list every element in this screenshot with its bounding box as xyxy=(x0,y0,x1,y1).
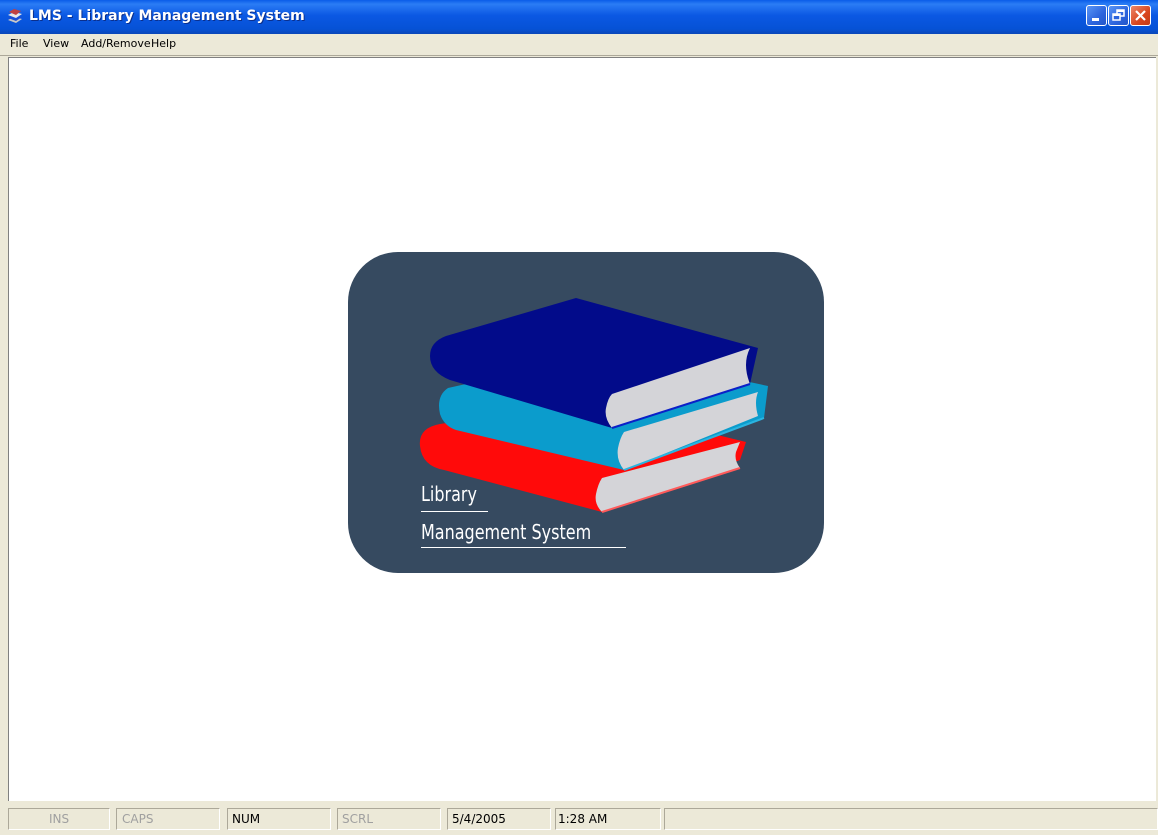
status-time-text: 1:28 AM xyxy=(558,812,608,826)
main-client-area: Library Management System xyxy=(8,57,1156,801)
minimize-icon xyxy=(1092,18,1099,21)
logo-underline-1 xyxy=(421,511,488,512)
status-num: NUM xyxy=(227,808,331,830)
logo-underline-2 xyxy=(421,547,626,548)
menu-help[interactable]: Help xyxy=(151,37,176,50)
status-empty-pane xyxy=(664,808,1158,830)
window-title: LMS - Library Management System xyxy=(29,8,305,24)
status-caps-text: CAPS xyxy=(122,812,154,826)
menu-file[interactable]: File xyxy=(10,37,28,50)
restore-icon xyxy=(1112,9,1125,21)
close-button[interactable] xyxy=(1130,5,1151,26)
menu-view[interactable]: View xyxy=(43,37,69,50)
menu-bar: File View Add/Remove Help xyxy=(0,34,1158,56)
status-scrl: SCRL xyxy=(337,808,441,830)
restore-button[interactable] xyxy=(1108,5,1129,26)
books-app-icon[interactable] xyxy=(6,7,24,25)
status-ins-text: INS xyxy=(49,812,70,826)
status-bar: INS CAPS NUM SCRL 5/4/2005 1:28 AM xyxy=(0,805,1158,835)
status-num-text: NUM xyxy=(232,812,261,826)
library-logo: Library Management System xyxy=(348,252,824,573)
logo-title-line2: Management System xyxy=(421,520,592,544)
status-date-text: 5/4/2005 xyxy=(452,812,506,826)
status-scrl-text: SCRL xyxy=(342,812,374,826)
status-time: 1:28 AM xyxy=(555,808,661,830)
logo-title-line1: Library xyxy=(421,482,477,506)
minimize-button[interactable] xyxy=(1086,5,1107,26)
status-ins: INS xyxy=(8,808,110,830)
status-caps: CAPS xyxy=(116,808,220,830)
close-icon xyxy=(1135,10,1146,21)
status-date: 5/4/2005 xyxy=(447,808,551,830)
menu-add-remove[interactable]: Add/Remove xyxy=(81,37,151,50)
title-bar[interactable]: LMS - Library Management System xyxy=(0,0,1158,34)
